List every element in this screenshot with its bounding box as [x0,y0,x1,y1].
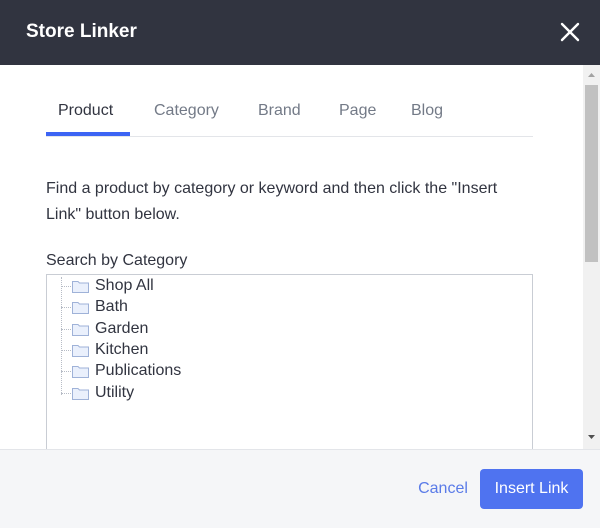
tab-bar: Product Category Brand Page Blog [46,94,533,137]
dialog-scrollbar[interactable] [583,65,600,449]
tree-item-label: Kitchen [95,341,149,358]
tree-item-label: Bath [95,298,128,315]
folder-icon [72,302,89,314]
tab-category[interactable]: Category [154,101,219,121]
close-icon[interactable] [556,18,584,46]
tree-item-label: Shop All [95,277,154,294]
folder-icon [72,366,89,378]
folder-icon [72,281,89,293]
folder-icon [72,388,89,400]
tree-item-label: Garden [95,320,149,337]
instructions-text: Find a product by category or keyword an… [46,180,498,223]
folder-icon [72,324,89,336]
dialog-body: Product Category Brand Page Blog Find a … [0,65,600,449]
active-tab-indicator [46,132,130,136]
scrollbar-thumb[interactable] [585,85,598,262]
tab-product[interactable]: Product [58,101,113,121]
scroll-down-arrow-icon[interactable] [583,431,600,443]
tab-blog[interactable]: Blog [411,101,443,121]
dialog-title: Store Linker [26,21,137,42]
category-tree[interactable]: Shop All Bath Garden Kitchen Publication… [46,274,533,449]
tab-page[interactable]: Page [339,101,376,121]
folder-icon [72,345,89,357]
insert-link-button[interactable]: Insert Link [480,469,583,509]
search-by-category-label: Search by Category [46,252,188,269]
tab-brand[interactable]: Brand [258,101,301,121]
tree-item-label: Utility [95,384,135,401]
dialog-header: Store Linker [0,0,600,65]
tree-item-label: Publications [95,362,182,379]
dialog-footer: Cancel Insert Link [0,449,600,528]
cancel-button[interactable]: Cancel [410,476,476,502]
scroll-up-arrow-icon[interactable] [583,69,600,81]
tree-guide-line [61,277,62,395]
